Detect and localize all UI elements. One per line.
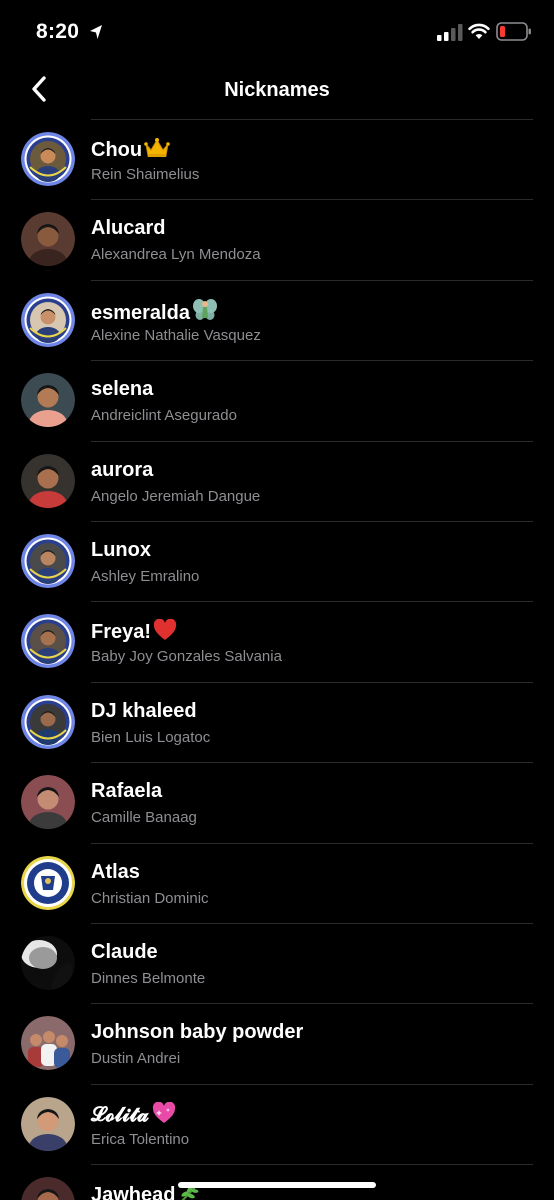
nickname-label: Claude bbox=[91, 941, 158, 964]
avatar bbox=[21, 614, 75, 669]
nickname-label: Lunox bbox=[91, 539, 151, 562]
member-name: Dustin Andrei bbox=[91, 1050, 181, 1068]
nickname-label: Rafaela bbox=[91, 780, 162, 803]
avatar bbox=[21, 935, 75, 990]
row-divider bbox=[91, 842, 533, 844]
cellular-signal-icon bbox=[437, 24, 463, 41]
nickname-list: Chou Rein Shaimelius Alucard Alexandrea Ly… bbox=[0, 119, 554, 1200]
avatar bbox=[21, 453, 75, 508]
nickname-text: Chou bbox=[91, 139, 143, 161]
member-row[interactable]: DJ khaleed Bien Luis Logatoc bbox=[0, 681, 554, 762]
member-row[interactable]: Atlas Christian Dominic bbox=[0, 842, 554, 923]
avatar bbox=[21, 292, 75, 347]
member-name: Erica Tolentino bbox=[91, 1130, 190, 1148]
crown-icon bbox=[144, 137, 170, 165]
row-divider bbox=[91, 922, 533, 924]
nickname-label: Chou bbox=[91, 137, 170, 165]
row-divider bbox=[91, 199, 533, 201]
member-name: Angelo Jeremiah Dangue bbox=[91, 487, 261, 505]
nickname-text: Atlas bbox=[91, 860, 140, 883]
row-divider bbox=[91, 1003, 533, 1005]
nickname-label: Freya! bbox=[91, 618, 177, 647]
member-name: Camille Banaag bbox=[91, 809, 197, 827]
member-row[interactable]: esmeralda Alexine Nathalie Vasquez bbox=[0, 279, 554, 360]
nickname-text: Jawhead bbox=[91, 1184, 176, 1200]
member-row[interactable]: aurora Angelo Jeremiah Dangue bbox=[0, 440, 554, 521]
home-indicator[interactable] bbox=[178, 1182, 376, 1188]
avatar bbox=[21, 373, 75, 428]
avatar bbox=[21, 1096, 75, 1151]
nickname-text: Lunox bbox=[91, 538, 151, 561]
nickname-text: Rafaela bbox=[91, 780, 163, 803]
member-name: Rein Shaimelius bbox=[91, 166, 200, 183]
nickname-text: esmeralda bbox=[91, 301, 190, 324]
avatar bbox=[21, 533, 75, 588]
nickname-label: aurora bbox=[91, 459, 153, 482]
row-divider bbox=[91, 520, 533, 522]
nickname-text: aurora bbox=[91, 458, 154, 481]
member-row[interactable]: Alucard Alexandrea Lyn Mendoza bbox=[0, 199, 554, 279]
avatar bbox=[21, 1177, 75, 1200]
member-name: Bien Luis Logatoc bbox=[91, 728, 211, 746]
wifi-icon bbox=[468, 23, 490, 39]
avatar bbox=[21, 694, 75, 749]
battery-icon bbox=[496, 22, 531, 41]
nickname-text: Claude bbox=[91, 940, 158, 963]
member-name: Christian Dominic bbox=[91, 889, 209, 907]
member-name: Alexine Nathalie Vasquez bbox=[91, 326, 261, 344]
member-row[interactable]: Freya! Baby Joy Gonzales Salvania bbox=[0, 601, 554, 681]
screen: 8:20 Nicknames Chou Rein Shaimelius Aluc… bbox=[0, 0, 554, 1200]
row-divider bbox=[91, 762, 533, 764]
nickname-label: 𝓛𝓸𝓵𝓲𝓽𝓪 bbox=[91, 1101, 177, 1130]
avatar bbox=[21, 212, 75, 267]
member-row[interactable]: Lunox Ashley Emralino bbox=[0, 520, 554, 601]
row-divider bbox=[91, 1164, 533, 1166]
nickname-text: Freya! bbox=[91, 621, 152, 644]
member-row[interactable]: Rafaela Camille Banaag bbox=[0, 762, 554, 842]
row-divider bbox=[91, 360, 533, 362]
avatar bbox=[21, 1016, 75, 1071]
fairy-icon bbox=[192, 298, 218, 328]
row-divider bbox=[91, 601, 533, 603]
row-divider bbox=[91, 440, 533, 442]
member-name: Baby Joy Gonzales Salvania bbox=[91, 648, 282, 666]
avatar bbox=[21, 855, 75, 910]
member-row[interactable]: Claude Dinnes Belmonte bbox=[0, 922, 554, 1003]
status-bar: 8:20 bbox=[0, 0, 554, 64]
member-name: Alexandrea Lyn Mendoza bbox=[91, 246, 261, 264]
nickname-text: Johnson baby powder bbox=[91, 1021, 304, 1044]
nickname-label: esmeralda bbox=[91, 298, 218, 328]
nickname-text: 𝓛𝓸𝓵𝓲𝓽𝓪 bbox=[91, 1103, 149, 1126]
page-title: Nicknames bbox=[224, 79, 330, 101]
nickname-label: DJ khaleed bbox=[91, 700, 197, 723]
member-name: Dinnes Belmonte bbox=[91, 969, 206, 987]
avatar bbox=[21, 132, 75, 186]
nickname-text: Alucard bbox=[91, 217, 166, 240]
member-row[interactable]: Chou Rein Shaimelius bbox=[0, 119, 554, 199]
row-divider bbox=[91, 681, 533, 683]
sparkle-heart-icon bbox=[151, 1101, 177, 1130]
nickname-text: DJ khaleed bbox=[91, 699, 197, 722]
member-row[interactable]: 𝓛𝓸𝓵𝓲𝓽𝓪 Erica Tolentino bbox=[0, 1083, 554, 1164]
member-row[interactable]: selena Andreiclint Asegurado bbox=[0, 360, 554, 440]
member-row[interactable]: Johnson baby powder Dustin Andrei bbox=[0, 1003, 554, 1083]
member-name: Ashley Emralino bbox=[91, 567, 200, 585]
nickname-label: selena bbox=[91, 378, 153, 401]
member-name: Andreiclint Asegurado bbox=[91, 407, 237, 425]
nav-bar: Nicknames bbox=[0, 64, 554, 116]
location-arrow-icon bbox=[90, 25, 102, 39]
row-divider bbox=[91, 279, 533, 281]
nickname-label: Alucard bbox=[91, 217, 165, 240]
avatar bbox=[21, 775, 75, 830]
heart-icon bbox=[153, 618, 177, 647]
status-time: 8:20 bbox=[36, 20, 80, 43]
row-divider bbox=[91, 119, 533, 120]
nickname-label: Atlas bbox=[91, 861, 140, 884]
nickname-label: Johnson baby powder bbox=[91, 1021, 303, 1044]
nickname-text: selena bbox=[91, 378, 154, 401]
row-divider bbox=[91, 1083, 533, 1085]
